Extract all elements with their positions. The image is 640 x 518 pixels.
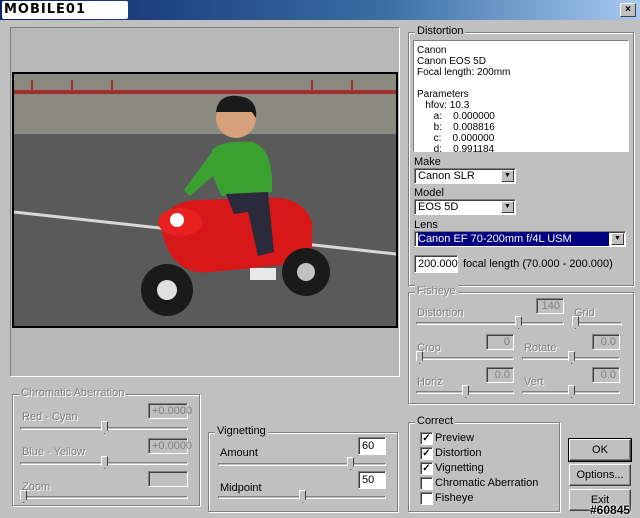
crop-slider[interactable] [416,351,514,365]
mobile01-logo: MOBILE01 [2,1,128,19]
preview-image [12,72,398,328]
correct-group-title: Correct [415,415,456,427]
lens-label: Lens [414,219,438,231]
blue-yellow-input[interactable]: +0.0000 [148,438,192,454]
make-label: Make [414,156,441,168]
make-select[interactable]: Canon SLR ▼ [414,168,516,184]
rotate-slider[interactable] [522,351,620,365]
chromatic-aberration-checkbox-label: Chromatic Aberration [435,477,539,489]
chromatic-aberration-checkbox[interactable] [420,477,433,490]
photo-boy-on-bike-icon [13,74,397,326]
distortion-group-title: Distortion [415,25,466,37]
fisheye-distortion-slider[interactable] [416,316,564,330]
blue-yellow-slider[interactable] [20,456,188,470]
zoom-input[interactable] [148,471,188,487]
vert-input[interactable]: 0.0 [592,367,620,383]
horiz-thumb[interactable] [462,385,469,398]
midpoint-thumb[interactable] [299,490,306,503]
amount-slider[interactable] [218,457,386,471]
make-select-value: Canon SLR [418,170,475,182]
fisheye-distortion-thumb[interactable] [515,316,522,329]
distortion-checkbox[interactable]: ✓ [420,447,433,460]
grid-track [572,322,622,325]
fisheye-group-title: Fisheye [415,285,458,297]
lens-chevron-down-icon[interactable]: ▼ [611,233,624,245]
red-cyan-thumb[interactable] [101,421,108,434]
amount-thumb[interactable] [347,457,354,470]
fisheye-distortion-track [416,322,564,325]
vignetting-checkbox-label: Vignetting [435,462,484,474]
lens-select[interactable]: Canon EF 70-200mm f/4L USM ▼ [414,231,626,247]
fisheye-distortion-input[interactable]: 140 [536,298,564,314]
horiz-input[interactable]: 0.0 [486,367,514,383]
fisheye-checkbox[interactable] [420,492,433,505]
chromatic-aberration-group-title: Chromatic Aberration [19,387,127,399]
make-chevron-down-icon[interactable]: ▼ [501,170,514,182]
midpoint-slider[interactable] [218,490,386,504]
amount-track [218,463,386,466]
fisheye-checkbox-label: Fisheye [435,492,474,504]
close-button[interactable]: × [620,3,636,17]
model-label: Model [414,187,444,199]
rotate-input[interactable]: 0.0 [592,334,620,350]
horiz-slider[interactable] [416,385,514,399]
amount-input[interactable]: 60 [358,437,386,455]
lens-select-value: Canon EF 70-200mm f/4L USM [418,232,609,246]
crop-track [416,357,514,360]
vert-slider[interactable] [522,385,620,399]
model-select-value: EOS 5D [418,201,459,213]
blue-yellow-thumb[interactable] [101,456,108,469]
preview-checkbox-label: Preview [435,432,475,444]
distortion-info-box: Canon Canon EOS 5D Focal length: 200mm P… [413,40,629,155]
crop-input[interactable]: 0 [486,334,514,350]
zoom-track [20,496,188,499]
red-cyan-slider[interactable] [20,421,188,435]
grid-slider[interactable] [572,316,622,330]
grid-thumb[interactable] [572,316,579,329]
ok-button[interactable]: OK [568,438,632,462]
zoom-slider[interactable] [20,490,188,504]
midpoint-input[interactable]: 50 [358,471,386,489]
focal-length-label: focal length (70.000 - 200.000) [463,258,613,270]
preview-checkbox[interactable]: ✓ [420,432,433,445]
watermark: #60845 [590,503,631,517]
model-chevron-down-icon[interactable]: ▼ [501,201,514,213]
focal-length-input[interactable]: 200.000 [414,255,458,273]
crop-thumb[interactable] [416,351,423,364]
red-cyan-input[interactable]: +0.0000 [148,403,192,419]
distortion-checkbox-label: Distortion [435,447,482,459]
vignetting-group-title: Vignetting [215,425,268,437]
options-button[interactable]: Options... [569,464,631,486]
model-select[interactable]: EOS 5D ▼ [414,199,516,215]
rotate-thumb[interactable] [568,351,575,364]
zoom-thumb[interactable] [20,490,27,503]
vignetting-checkbox[interactable]: ✓ [420,462,433,475]
vert-thumb[interactable] [568,385,575,398]
